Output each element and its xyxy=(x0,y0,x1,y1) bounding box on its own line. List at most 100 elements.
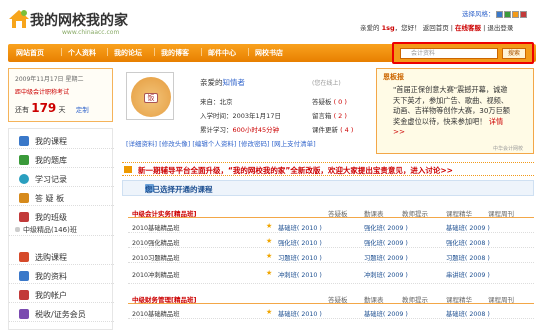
sidebar-item-answer-board[interactable]: 答 疑 板 xyxy=(9,190,114,206)
group-link-schedule[interactable]: 勤课表 xyxy=(364,208,384,218)
profile-greeting: 亲爱的知情者 xyxy=(200,77,245,88)
course-link[interactable]: 基础班( 2009 ) xyxy=(364,309,408,318)
date-box: 2009年11月17日 星期二 距中级会计职称考试 还有 179 天 定制 xyxy=(8,68,113,122)
group-link-weekly[interactable]: 课程周刊 xyxy=(488,294,514,304)
course-row: 2010基础精品班 ★ 基础班( 2010 ) 强化班( 2009 ) 基础班(… xyxy=(128,219,534,233)
messages-count[interactable]: 留言箱 ( 2 ) xyxy=(312,110,347,120)
course-link[interactable]: 基础班( 2008 ) xyxy=(446,309,490,318)
course-link[interactable]: 强化班( 2009 ) xyxy=(364,238,408,247)
course-name: 2010冲刺精品班 xyxy=(132,272,180,279)
profile-name[interactable]: 知情者 xyxy=(223,78,246,87)
search-button[interactable]: 搜索 xyxy=(502,48,526,59)
group-link-tips[interactable]: 教师提示 xyxy=(402,208,428,218)
course-link[interactable]: 基础班( 2009 ) xyxy=(446,223,490,232)
greeting-text: 亲爱的 xyxy=(360,24,380,32)
star-icon: ★ xyxy=(266,252,273,260)
class-year: ( 2010 ) xyxy=(296,255,322,262)
answer-count: ( 0 ) xyxy=(333,98,347,106)
nav-separator: | xyxy=(60,47,63,56)
sidebar-item-my-materials[interactable]: 我的资料 xyxy=(9,268,114,284)
course-group-name: 中级财务管理[精品班] xyxy=(132,296,197,304)
class-label: 基础班 xyxy=(278,225,297,232)
course-link[interactable]: 基础班( 2010 ) xyxy=(278,223,322,232)
group-link-tips[interactable]: 教师提示 xyxy=(402,294,428,304)
class-year: ( 2009 ) xyxy=(464,272,490,279)
sidebar-item-membership[interactable]: 税收/证务会员 xyxy=(9,306,114,322)
class-label: 习题班 xyxy=(446,255,465,262)
profile-links: [详细资料] [修改头像] [编辑个人资料] [修改密码] [网上支付清单] xyxy=(126,138,316,148)
group-link-weekly[interactable]: 课程周刊 xyxy=(488,208,514,218)
style-red-swatch[interactable] xyxy=(519,10,527,18)
profile-link[interactable]: [详细资料] xyxy=(126,140,157,148)
nav-bookstore[interactable]: 网校书店 xyxy=(255,48,283,58)
materials-icon xyxy=(19,271,29,281)
course-link[interactable]: 串讲班( 2009 ) xyxy=(446,270,490,279)
logout-link[interactable]: 退出登录 xyxy=(487,24,513,32)
class-year: ( 2009 ) xyxy=(382,225,408,232)
nav-profile[interactable]: 个人资料 xyxy=(68,48,96,58)
sidebar-item-label: 我的班级 xyxy=(35,213,67,222)
renew-label: 课件更新 xyxy=(312,126,338,134)
notice-board: 恩板报 "首届正保创意大赛"震撼开幕，诚邀天下英才，参加广告、歌曲、视频、动画、… xyxy=(376,68,534,154)
sidebar-item-study-record[interactable]: 学习记录 xyxy=(9,171,114,187)
profile-link[interactable]: [修改密码] xyxy=(238,140,269,148)
notice-title: 恩板报 xyxy=(383,73,404,81)
style-orange-swatch[interactable] xyxy=(511,10,519,18)
bullet-icon xyxy=(15,227,20,232)
group-link-schedule[interactable]: 勤课表 xyxy=(364,294,384,304)
announcement-banner[interactable]: 新一期辅导平台全面升级，“我的网校我的家”全新改版，欢迎大家提出宝贵意见，进入讨… xyxy=(122,162,534,176)
course-link[interactable]: 习题班( 2009 ) xyxy=(364,253,408,262)
answer-board-count[interactable]: 答疑板 ( 0 ) xyxy=(312,96,347,106)
sidebar-item-label: 我的帐户 xyxy=(35,291,67,300)
course-group-2: 中级财务管理[精品班] 答疑板 勤课表 教师提示 课程精华 课程周刊 2010基… xyxy=(128,291,534,327)
course-link[interactable]: 基础班( 2010 ) xyxy=(278,309,322,318)
profile-study-time: 累计学习：600小时45分钟 xyxy=(200,124,279,134)
group-link-essence[interactable]: 课程精华 xyxy=(446,294,472,304)
star-icon: ★ xyxy=(266,269,273,277)
course-name: 2010基础精品班 xyxy=(132,311,180,318)
course-link[interactable]: 冲刺班( 2010 ) xyxy=(278,270,322,279)
class-year: ( 2010 ) xyxy=(296,311,322,318)
sidebar-item-my-courses[interactable]: 我的课程 xyxy=(9,133,114,149)
sidebar-item-question-bank[interactable]: 我的题库 xyxy=(9,152,114,168)
course-link[interactable]: 强化班( 2009 ) xyxy=(364,223,408,232)
sidebar-item-class-entry[interactable]: 中级精品(146)班 xyxy=(9,223,114,236)
online-service-link[interactable]: 在线客服 xyxy=(455,24,481,32)
group-link-answer[interactable]: 答疑板 xyxy=(328,294,348,304)
style-blue-swatch[interactable] xyxy=(495,10,503,18)
courseware-update-count[interactable]: 课件更新 ( 4 ) xyxy=(312,124,353,134)
countdown-prefix: 还有 xyxy=(15,106,29,114)
username[interactable]: 1sg xyxy=(382,24,395,32)
course-link[interactable]: 习题班( 2010 ) xyxy=(278,253,322,262)
nav-home[interactable]: 网站首页 xyxy=(16,48,44,58)
profile-link[interactable]: [修改头像] xyxy=(159,140,190,148)
class-year: ( 2009 ) xyxy=(464,225,490,232)
course-group-1: 中级会计实务[精品班] 答疑板 勤课表 教师提示 课程精华 课程周刊 2010基… xyxy=(128,205,534,295)
class-year: ( 2010 ) xyxy=(296,272,322,279)
style-selector: 选择风格： xyxy=(462,8,527,18)
header: 我的网校我的家 www.chinaacc.com 选择风格： 亲爱的 1sg，您… xyxy=(0,0,540,42)
class-year: ( 2010 ) xyxy=(296,240,322,247)
class-icon xyxy=(19,212,29,222)
avatar[interactable]: 饭 xyxy=(126,72,174,120)
sidebar-item-my-account[interactable]: 我的帐户 xyxy=(9,287,114,303)
profile-link[interactable]: [网上支付清单] xyxy=(272,140,316,148)
course-link[interactable]: 冲刺班( 2009 ) xyxy=(364,270,408,279)
course-link[interactable]: 强化班( 2008 ) xyxy=(446,238,490,247)
home-link[interactable]: 返回首页 xyxy=(423,24,449,32)
countdown-customize-link[interactable]: 定制 xyxy=(76,106,89,114)
course-link[interactable]: 强化班( 2010 ) xyxy=(278,238,322,247)
class-label: 冲刺班 xyxy=(364,272,383,279)
group-link-answer[interactable]: 答疑板 xyxy=(328,208,348,218)
style-green-swatch[interactable] xyxy=(503,10,511,18)
class-label: 强化班 xyxy=(364,240,383,247)
nav-mail[interactable]: 邮件中心 xyxy=(208,48,236,58)
search-input[interactable]: 会计资料 xyxy=(400,48,498,59)
membership-icon xyxy=(19,309,29,319)
nav-forum[interactable]: 我的论坛 xyxy=(114,48,142,58)
sidebar-item-buy-courses[interactable]: 选购课程 xyxy=(9,249,114,265)
course-link[interactable]: 习题班( 2008 ) xyxy=(446,253,490,262)
group-link-essence[interactable]: 课程精华 xyxy=(446,208,472,218)
nav-blog[interactable]: 我的博客 xyxy=(161,48,189,58)
profile-link[interactable]: [编辑个人资料] xyxy=(192,140,236,148)
